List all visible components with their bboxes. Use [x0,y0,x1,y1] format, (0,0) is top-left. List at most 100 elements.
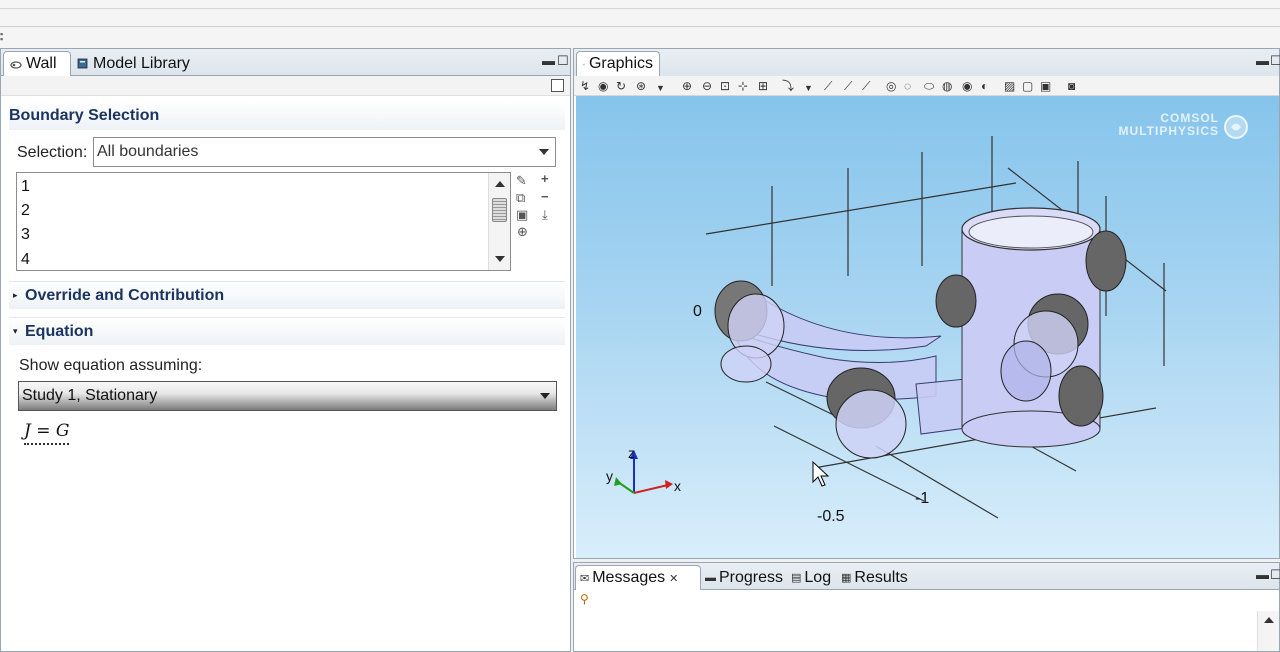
list-item[interactable]: 3 [21,226,30,244]
selection-label: Selection: [17,144,88,161]
maximize-icon[interactable]: ☐ [1270,567,1280,583]
graphics-viewport[interactable]: COMSOL MULTIPHYSICS 0 -1 -0.5 z y x [576,96,1279,558]
zoom-out-icon[interactable]: ⊖ [702,79,712,93]
boundary-list[interactable]: 1 2 3 4 [16,172,511,271]
study-combo[interactable]: Study 1, Stationary [18,381,557,411]
clear-selection-icon[interactable]: ⤓ [542,207,548,223]
maximize-icon[interactable]: ☐ [1270,53,1280,69]
remove-icon[interactable]: − [541,189,549,204]
maximize-icon[interactable]: ☐ [557,53,569,69]
progress-icon: ▬ [705,571,716,584]
tab-wall[interactable]: Wall [3,51,71,76]
boundary-selection-header[interactable]: Boundary Selection [9,102,565,130]
study-value: Study 1, Stationary [22,387,158,404]
equation-formula: J = G [24,421,70,445]
select-domain-icon[interactable]: ◌ [904,79,911,93]
zoom-in-icon[interactable]: ⊕ [682,79,692,93]
minimize-icon[interactable]: ▬ [1256,567,1269,582]
wireframe-icon[interactable]: ▨ [1004,79,1015,93]
tab-log[interactable]: ▤ Log [787,565,835,590]
clear-messages-icon[interactable]: ⚲ [580,592,589,606]
grip-icon[interactable]: ▪ ▪ [0,30,6,44]
view-zx-icon[interactable]: ⟋ [862,79,870,93]
scroll-down-icon[interactable] [495,256,505,262]
minimize-icon[interactable]: ▬ [1256,53,1269,68]
list-item[interactable]: 4 [21,251,30,269]
log-icon: ▤ [791,572,802,584]
book-icon [77,58,88,69]
graphics-toolbar: ↯ ◉ ↻ ⊛ ▼ ⊕ ⊖ ⊡ ⊹ ⊞ ⤵ ▼ ⟋ ⟋ ⟋ ◎ ◌ ⬭ ◍ ◉ … [574,76,1279,96]
copy-selection-icon[interactable]: ⧉ [516,190,525,206]
graphics-icon [583,63,585,65]
tab-label: Model Library [93,54,190,72]
select-edge-icon[interactable]: ◍ [942,79,952,93]
axis-tick: -0.5 [817,508,845,525]
graphics-tabbar: Graphics ▬ ☐ [574,49,1280,76]
active-selection-icon[interactable]: ✎ [516,173,527,189]
select-boundary-icon[interactable]: ⬭ [924,79,934,93]
zoom-box-icon[interactable]: ⊡ [720,79,730,93]
eye-icon[interactable]: ◉ [598,79,608,93]
paste-selection-icon[interactable]: ▣ [516,207,528,223]
view-yz-icon[interactable]: ⟋ [844,79,852,93]
camera-view-icon[interactable]: ⊛ [636,79,646,93]
tab-messages[interactable]: ✉ Messages ✕ [575,565,701,590]
zoom-selection-icon[interactable]: ⊕ [517,224,528,240]
override-contribution-header[interactable]: ▸ Override and Contribution [9,281,565,309]
top-toolbar-area: ▪ ▪ [0,0,1280,48]
zoom-selected-icon[interactable]: ⊹ [738,79,748,93]
add-icon[interactable]: + [541,171,549,186]
tab-label: Log [804,568,832,586]
equation-header[interactable]: ▾ Equation [9,317,565,345]
table-icon: ▦ [841,572,852,584]
list-item[interactable]: 1 [21,178,30,196]
selection-value: All boundaries [97,143,199,160]
select-object-icon[interactable]: ◎ [886,79,896,93]
camera-icon[interactable]: ◙ [1068,79,1075,93]
selection-combo[interactable]: All boundaries [93,137,556,167]
transparency-icon[interactable]: ◐ [981,79,988,93]
messages-window: ✉ Messages ✕ ▬ Progress ▤ Log ▦ Results … [573,562,1280,652]
list-item[interactable]: 2 [21,202,30,220]
chevron-down-icon [539,149,549,155]
scroll-thumb[interactable] [492,198,507,222]
window-layout-icon[interactable] [551,79,564,92]
close-icon[interactable]: ✕ [669,572,678,585]
tab-results[interactable]: ▦ Results [837,565,912,590]
section-title: Equation [25,322,94,340]
toolbar-divider [0,8,1280,9]
tab-label: Wall [26,55,57,72]
tab-label: Results [854,568,908,586]
settings-tabbar: Wall Model Library ▬ ☐ [1,49,570,76]
scroll-up-icon[interactable] [1264,617,1274,623]
axis-triad [614,450,673,494]
chevron-down-icon[interactable]: ▼ [656,81,665,95]
minimize-icon[interactable]: ▬ [542,53,555,68]
select-point-icon[interactable]: ◉ [962,79,972,93]
geometry-scene[interactable] [576,96,1279,558]
tab-model-library[interactable]: Model Library [71,51,196,76]
chevron-right-icon: ▸ [13,290,18,300]
tab-graphics[interactable]: Graphics [576,51,660,76]
messages-scrollbar[interactable] [1257,611,1279,651]
tab-progress[interactable]: ▬ Progress [701,565,787,590]
list-scrollbar[interactable] [488,173,510,270]
settings-window: Wall Model Library ▬ ☐ Boundary Selectio… [0,48,571,652]
wall-node-icon [10,60,22,69]
tab-label: Messages [592,569,666,586]
axis-tick: -1 [915,490,930,507]
triad-z-label: z [628,445,635,461]
scene-light-icon[interactable]: ▢ [1022,79,1033,93]
refresh-icon[interactable]: ↻ [616,79,626,93]
tab-label: Progress [719,568,784,586]
view-xy-icon[interactable]: ⟋ [824,79,832,93]
messages-tabbar: ✉ Messages ✕ ▬ Progress ▤ Log ▦ Results … [574,563,1280,590]
go-to-view-icon[interactable]: ⤵ [782,79,794,93]
triad-x-label: x [674,478,681,494]
render-icon[interactable]: ▣ [1040,79,1051,93]
chevron-down-icon[interactable]: ▼ [804,81,813,95]
scroll-up-icon[interactable] [495,181,505,187]
section-title: Override and Contribution [25,286,225,304]
rotate-icon[interactable]: ↯ [580,79,590,93]
zoom-extents-icon[interactable]: ⊞ [758,79,768,93]
